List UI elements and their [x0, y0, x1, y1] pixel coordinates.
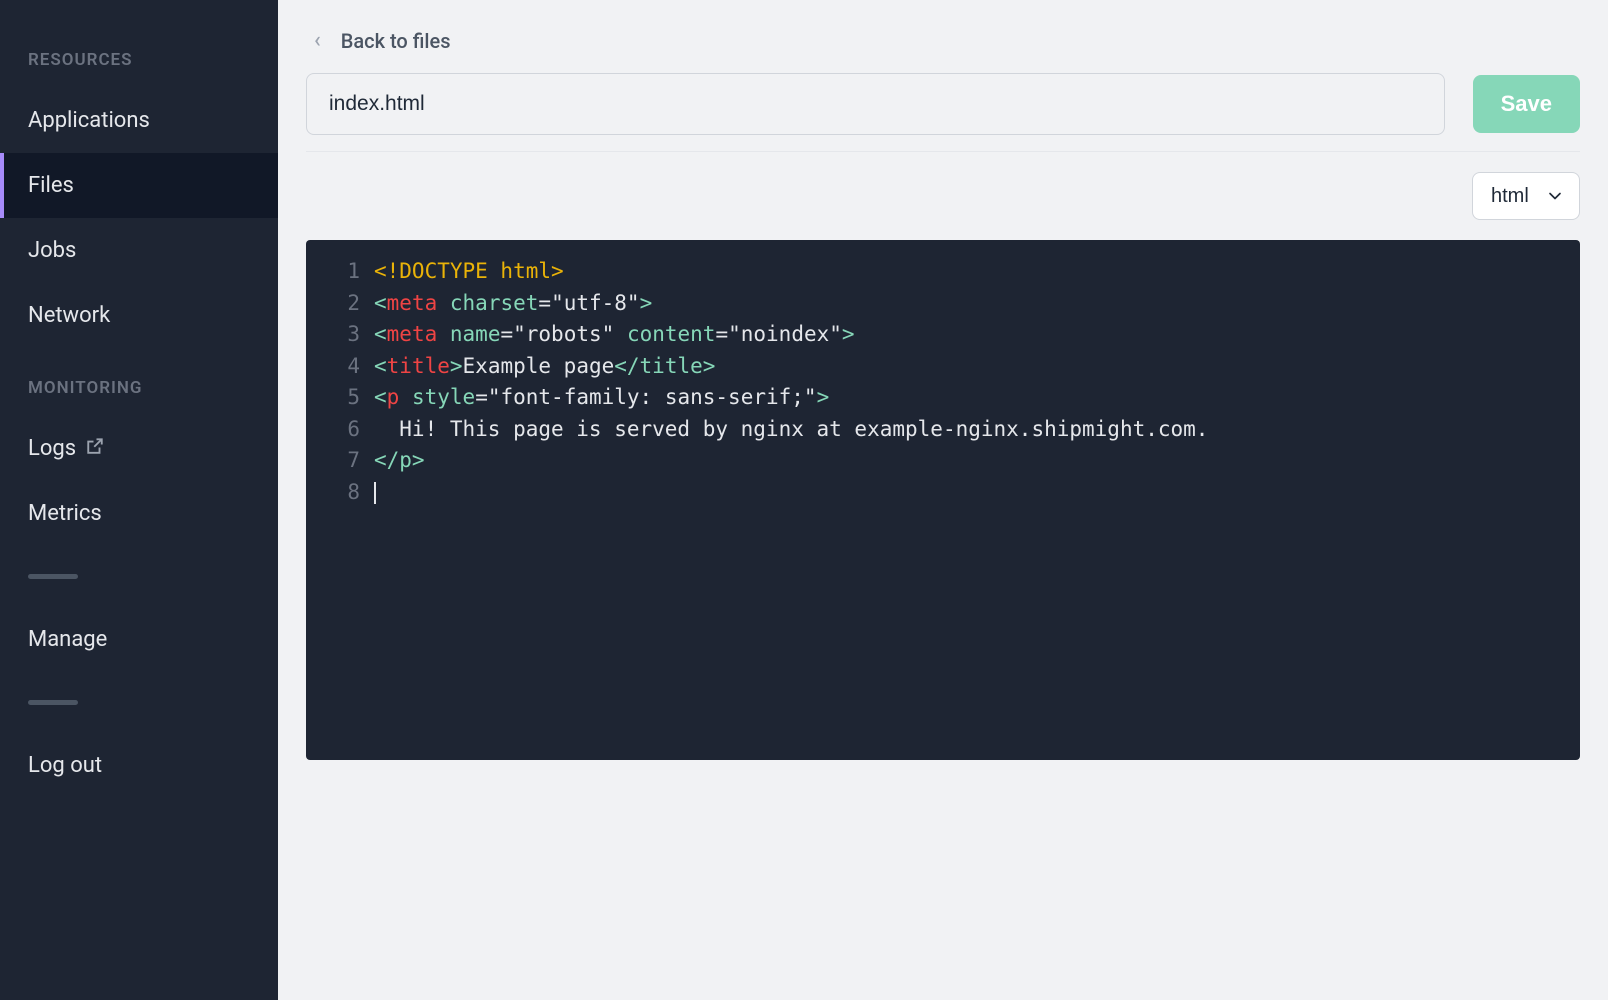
code-content: <meta name="robots" content="noindex">: [374, 319, 855, 351]
sidebar-item-files[interactable]: Files: [0, 153, 278, 218]
code-token: Example page: [463, 354, 615, 378]
sidebar-item-jobs[interactable]: Jobs: [0, 218, 278, 283]
code-content: [374, 477, 376, 509]
code-token: title: [387, 354, 450, 378]
sidebar-item-network[interactable]: Network: [0, 283, 278, 348]
sidebar-item-logs[interactable]: Logs: [0, 416, 278, 481]
code-token: <: [374, 354, 387, 378]
divider: [306, 151, 1580, 152]
code-token: content: [627, 322, 716, 346]
code-content: <meta charset="utf-8">: [374, 288, 652, 320]
line-number: 3: [322, 319, 360, 351]
code-token: </title>: [614, 354, 715, 378]
code-token: "utf-8": [551, 291, 640, 315]
code-token: =: [500, 322, 513, 346]
sidebar-item-label: Files: [28, 173, 74, 198]
save-button[interactable]: Save: [1473, 75, 1580, 133]
line-number: 5: [322, 382, 360, 414]
code-token: [437, 291, 450, 315]
code-line: 6 Hi! This page is served by nginx at ex…: [306, 414, 1580, 446]
chevron-left-icon: ‹: [314, 28, 321, 53]
filename-row: Save: [306, 73, 1580, 135]
main-content: ‹ Back to files Save html 1 <!DOCTYPE htm…: [278, 0, 1608, 1000]
filename-input[interactable]: [306, 73, 1445, 135]
code-token: <: [374, 291, 387, 315]
code-token: name: [450, 322, 501, 346]
sidebar-item-label: Network: [28, 303, 110, 328]
code-token: =: [715, 322, 728, 346]
sidebar-item-label: Log out: [28, 753, 102, 778]
line-number: 8: [322, 477, 360, 509]
editor-cursor: [374, 482, 376, 504]
code-line: 8: [306, 477, 1580, 509]
sidebar-item-applications[interactable]: Applications: [0, 88, 278, 153]
line-number: 7: [322, 445, 360, 477]
code-token: =: [538, 291, 551, 315]
line-number: 6: [322, 414, 360, 446]
code-token: p: [387, 385, 400, 409]
code-token: [399, 385, 412, 409]
sidebar-divider: [28, 700, 78, 705]
code-token: [437, 322, 450, 346]
code-token: charset: [450, 291, 539, 315]
sidebar-item-label: Jobs: [28, 238, 76, 263]
code-token: "noindex": [728, 322, 842, 346]
sidebar-item-manage[interactable]: Manage: [0, 607, 278, 672]
code-content: </p>: [374, 445, 425, 477]
code-token: >: [842, 322, 855, 346]
sidebar-item-metrics[interactable]: Metrics: [0, 481, 278, 546]
code-line: 3<meta name="robots" content="noindex">: [306, 319, 1580, 351]
code-token: [614, 322, 627, 346]
code-token: =: [475, 385, 488, 409]
code-line: 2 <meta charset="utf-8">: [306, 288, 1580, 320]
language-row: html: [306, 172, 1580, 220]
code-token: "robots": [513, 322, 614, 346]
sidebar-item-logout[interactable]: Log out: [0, 733, 278, 798]
code-token: >: [640, 291, 653, 315]
sidebar-item-label: Applications: [28, 108, 150, 133]
code-line: 7 </p>: [306, 445, 1580, 477]
code-token: "font-family: sans-serif;": [488, 385, 817, 409]
back-to-files-link[interactable]: ‹ Back to files: [306, 28, 1580, 53]
code-token: </p>: [374, 448, 425, 472]
sidebar: RESOURCES Applications Files Jobs Networ…: [0, 0, 278, 1000]
code-token: >: [817, 385, 830, 409]
external-link-icon: [86, 436, 104, 461]
code-line: 1 <!DOCTYPE html>: [306, 256, 1580, 288]
sidebar-divider: [28, 574, 78, 579]
line-number: 1: [322, 256, 360, 288]
code-content: Hi! This page is served by nginx at exam…: [374, 414, 1208, 446]
code-token: <!DOCTYPE html>: [374, 259, 564, 283]
code-token: <: [374, 385, 387, 409]
code-line: 5 <p style="font-family: sans-serif;">: [306, 382, 1580, 414]
code-editor[interactable]: 1<!DOCTYPE html>2<meta charset="utf-8">3…: [306, 240, 1580, 760]
line-number: 2: [322, 288, 360, 320]
code-token: meta: [387, 291, 438, 315]
language-select[interactable]: html: [1472, 172, 1580, 220]
code-content: <!DOCTYPE html>: [374, 256, 564, 288]
code-content: <p style="font-family: sans-serif;">: [374, 382, 829, 414]
code-token: Hi! This page is served by nginx at exam…: [374, 417, 1208, 441]
code-token: style: [412, 385, 475, 409]
sidebar-section-monitoring: MONITORING: [0, 378, 278, 398]
sidebar-item-label: Metrics: [28, 501, 102, 526]
sidebar-section-resources: RESOURCES: [0, 50, 278, 70]
sidebar-item-label: Manage: [28, 627, 107, 652]
back-link-label: Back to files: [341, 29, 451, 53]
line-number: 4: [322, 351, 360, 383]
code-token: <: [374, 322, 387, 346]
code-content: <title>Example page</title>: [374, 351, 715, 383]
code-token: meta: [387, 322, 438, 346]
code-token: >: [450, 354, 463, 378]
code-line: 4 <title>Example page</title>: [306, 351, 1580, 383]
sidebar-item-label: Logs: [28, 436, 76, 461]
